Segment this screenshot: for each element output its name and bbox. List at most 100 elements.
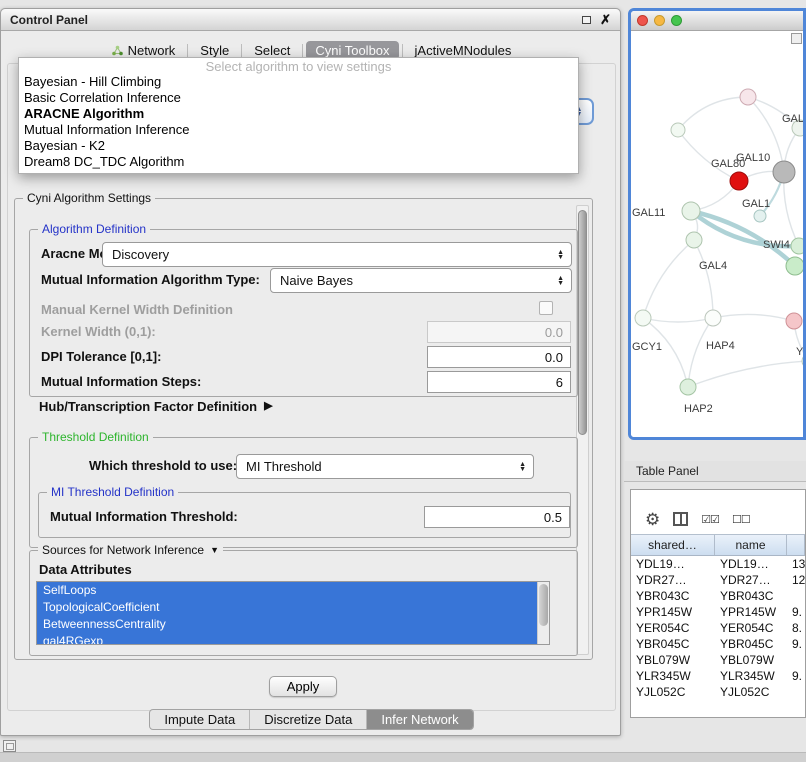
sources-group: Sources for Network Inference ▼ Data Att… [29,550,578,656]
select-all-icon[interactable]: ☑☑ [701,513,719,526]
deselect-all-icon[interactable]: ☐☐ [732,513,750,526]
table-row[interactable]: YDL19…YDL19…13 [631,556,805,572]
columns-icon[interactable] [673,512,688,526]
minimize-traffic-light[interactable] [654,15,665,26]
network-node-gal10[interactable] [730,172,748,190]
kernel-width-field[interactable]: 0.0 [427,321,571,343]
network-node-pink_r[interactable] [786,313,802,329]
attribute-item[interactable]: BetweennessCentrality [37,616,549,633]
network-node-pink_top[interactable] [740,89,756,105]
network-node-gal4[interactable] [686,232,702,248]
network-window-titlebar[interactable] [631,11,803,31]
network-node-swi4[interactable] [791,238,806,254]
table-cell: YPR145W [631,604,715,620]
network-node-gal80[interactable] [671,123,685,137]
cyni-algorithm-settings-group: Cyni Algorithm Settings Algorithm Defini… [14,198,593,660]
table-row[interactable]: YLR345WYLR345W9. [631,668,805,684]
table-row[interactable]: YBR043CYBR043C [631,588,805,604]
table-cell: YER054C [715,620,787,636]
mi-type-label: Mutual Information Algorithm Type: [41,273,260,287]
network-node-green_r[interactable] [786,257,804,275]
data-attributes-list[interactable]: SelfLoopsTopologicalCoefficientBetweenne… [36,581,550,645]
aracne-mode-value: Discovery [112,247,169,262]
settings-scrollbar-thumb[interactable] [578,210,587,435]
column-header-shared-name[interactable]: shared… [631,535,715,555]
close-icon[interactable]: ✗ [600,13,611,26]
bottom-tab-infer-network[interactable]: Infer Network [366,710,472,729]
table-row[interactable]: YBR045CYBR045C9. [631,636,805,652]
table-row[interactable]: YDR27…YDR27…12 [631,572,805,588]
stepper-arrows-icon: ▲▼ [519,462,526,472]
network-node-hap4[interactable] [705,310,721,326]
dpi-tolerance-field[interactable]: 0.0 [427,346,571,368]
close-traffic-light[interactable] [637,15,648,26]
algorithm-option[interactable]: Bayesian - Hill Climbing [19,74,578,90]
table-cell: YBR043C [715,588,787,604]
mi-threshold-field[interactable]: 0.5 [424,506,570,528]
apply-button[interactable]: Apply [269,676,337,697]
stepper-arrows-icon: ▲▼ [557,276,564,286]
table-cell [787,684,805,700]
network-node-gal1[interactable] [754,210,766,222]
which-threshold-select[interactable]: MI Threshold ▲▼ [236,454,534,479]
tab-separator [241,44,242,57]
network-edge[interactable] [643,240,694,318]
algorithm-option[interactable]: Dream8 DC_TDC Algorithm [19,154,578,170]
restore-panel-icon[interactable] [3,740,16,752]
table-cell [787,588,805,604]
table-row[interactable]: YPR145WYPR145W9. [631,604,805,620]
attribute-item[interactable]: TopologicalCoefficient [37,599,549,616]
algorithm-option[interactable]: ARACNE Algorithm [19,106,578,122]
table-cell: 8. [787,620,805,636]
attribute-item[interactable]: gal4RGexp [37,633,549,645]
network-edge[interactable] [694,240,713,318]
attributes-scrollbar-thumb[interactable] [539,584,548,626]
bottom-tab-impute-data[interactable]: Impute Data [150,710,249,729]
algorithm-option[interactable]: Bayesian - K2 [19,138,578,154]
column-header-extra[interactable] [787,535,805,555]
sources-expander[interactable]: Sources for Network Inference ▼ [38,543,223,557]
mi-type-select[interactable]: Naive Bayes ▲▼ [270,268,572,293]
table-row[interactable]: YJL052CYJL052C [631,684,805,700]
network-node-gal11[interactable] [682,202,700,220]
aracne-mode-select[interactable]: Discovery ▲▼ [102,242,572,267]
network-edge[interactable] [678,130,739,181]
stepper-arrows-icon: ▲▼ [557,250,564,260]
network-overview-toggle[interactable] [791,33,802,44]
table-panel-tab[interactable]: Table Panel [624,461,806,482]
bottom-tab-group: Impute DataDiscretize DataInfer Network [149,709,473,730]
column-header-name[interactable]: name [715,535,787,555]
attributes-scrollbar[interactable] [537,582,549,644]
table-cell: YBR045C [631,636,715,652]
data-attributes-label: Data Attributes [39,563,132,577]
network-edge[interactable] [678,97,748,130]
float-window-icon[interactable] [582,16,591,24]
network-edge[interactable] [713,314,794,321]
node-label: HAP2 [684,403,713,415]
tab-separator [302,44,303,57]
table-cell: YER054C [631,620,715,636]
mi-threshold-value: 0.5 [544,510,562,525]
bottom-tab-discretize-data[interactable]: Discretize Data [249,710,366,729]
network-edge[interactable] [643,318,713,322]
algorithm-option[interactable]: Basic Correlation Inference [19,90,578,106]
mi-type-value: Naive Bayes [280,273,353,288]
attribute-item[interactable]: SelfLoops [37,582,549,599]
manual-kernel-checkbox[interactable] [539,301,553,315]
network-edge[interactable] [688,318,713,387]
mi-steps-field[interactable]: 6 [427,371,571,393]
network-node-gcy1[interactable] [635,310,651,326]
hub-definition-expander[interactable]: Hub/Transcription Factor Definition ▶ [39,399,273,414]
network-node-gray[interactable] [773,161,795,183]
zoom-traffic-light[interactable] [671,15,682,26]
algorithm-option[interactable]: Mutual Information Inference [19,122,578,138]
table-cell: YPR145W [715,604,787,620]
control-panel-titlebar[interactable]: Control Panel ✗ [1,9,620,31]
network-edge[interactable] [688,361,806,387]
mi-steps-value: 6 [556,375,563,390]
gear-icon[interactable]: ⚙ [645,511,660,528]
table-row[interactable]: YBL079WYBL079W [631,652,805,668]
table-row[interactable]: YER054CYER054C8. [631,620,805,636]
network-canvas[interactable]: GALGAL80GAL10GAL11GAL1SWI4GAL4GCY1HAP4HA… [631,31,803,437]
network-node-hap2[interactable] [680,379,696,395]
